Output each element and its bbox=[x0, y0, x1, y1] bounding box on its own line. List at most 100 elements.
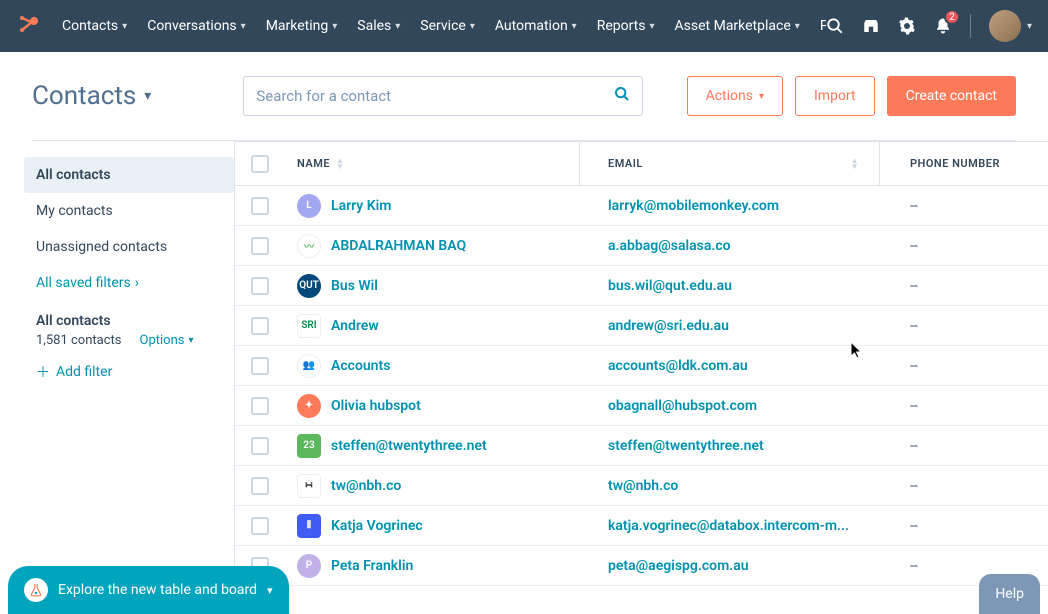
table-row[interactable]: ⦀ Katja Vogrinec katja.vogrinec@databox.… bbox=[235, 506, 1048, 546]
contact-avatar: 〰 bbox=[297, 234, 321, 258]
chevron-down-icon: ▾ bbox=[470, 21, 475, 32]
row-checkbox[interactable] bbox=[251, 357, 269, 375]
explore-toast[interactable]: Explore the new table and board ▾ bbox=[8, 566, 289, 614]
settings-icon[interactable] bbox=[898, 17, 916, 35]
nav-service[interactable]: Service▾ bbox=[410, 10, 485, 42]
row-checkbox[interactable] bbox=[251, 197, 269, 215]
contact-email[interactable]: katja.vogrinec@databox.intercom-m... bbox=[580, 518, 880, 534]
contacts-table: NAME▲▼ EMAIL▲▼ PHONE NUMBER L Larry Kim … bbox=[234, 141, 1048, 614]
sidebar-saved-filters[interactable]: All saved filters› bbox=[24, 265, 234, 301]
sidebar-my-contacts[interactable]: My contacts bbox=[24, 193, 234, 229]
chevron-down-icon: ▾ bbox=[1027, 21, 1032, 32]
contact-avatar: SRI bbox=[297, 314, 321, 338]
contact-avatar: QUT bbox=[297, 274, 321, 298]
sidebar-all-contacts[interactable]: All contacts bbox=[24, 157, 234, 193]
marketplace-icon[interactable] bbox=[862, 17, 880, 35]
contact-name[interactable]: Larry Kim bbox=[331, 198, 391, 214]
contact-name[interactable]: Accounts bbox=[331, 358, 390, 374]
column-name[interactable]: NAME▲▼ bbox=[285, 142, 580, 185]
import-button[interactable]: Import bbox=[795, 76, 875, 116]
column-email[interactable]: EMAIL▲▼ bbox=[580, 142, 880, 185]
nav-asset-marketplace[interactable]: Asset Marketplace▾ bbox=[665, 10, 810, 42]
contact-email[interactable]: bus.wil@qut.edu.au bbox=[580, 278, 880, 294]
nav-contacts[interactable]: Contacts▾ bbox=[52, 10, 137, 42]
contact-email[interactable]: andrew@sri.edu.au bbox=[580, 318, 880, 334]
account-menu[interactable]: ▾ bbox=[989, 10, 1032, 42]
contact-avatar: ✦ bbox=[297, 394, 321, 418]
sort-icon: ▲▼ bbox=[851, 158, 859, 170]
nav-automation[interactable]: Automation▾ bbox=[485, 10, 587, 42]
row-checkbox[interactable] bbox=[251, 437, 269, 455]
contact-name[interactable]: steffen@twentythree.net bbox=[331, 438, 487, 454]
sidebar-contact-count: 1,581 contacts bbox=[36, 333, 122, 348]
contact-name[interactable]: ABDALRAHMAN BAQ bbox=[331, 238, 466, 254]
contact-avatar: L bbox=[297, 194, 321, 218]
column-phone[interactable]: PHONE NUMBER bbox=[880, 157, 1048, 170]
chevron-down-icon: ▾ bbox=[122, 21, 127, 32]
table-row[interactable]: 〰 ABDALRAHMAN BAQ a.abbag@salasa.co -- bbox=[235, 226, 1048, 266]
contact-avatar: ∺ bbox=[297, 474, 321, 498]
row-checkbox[interactable] bbox=[251, 237, 269, 255]
row-checkbox[interactable] bbox=[251, 397, 269, 415]
search-icon[interactable] bbox=[614, 86, 630, 106]
select-all-checkbox[interactable] bbox=[251, 155, 269, 173]
table-row[interactable]: QUT Bus Wil bus.wil@qut.edu.au -- bbox=[235, 266, 1048, 306]
row-checkbox[interactable] bbox=[251, 277, 269, 295]
hubspot-logo[interactable] bbox=[16, 12, 40, 40]
create-contact-button[interactable]: Create contact bbox=[887, 76, 1016, 116]
table-row[interactable]: ✦ Olivia hubspot obagnall@hubspot.com -- bbox=[235, 386, 1048, 426]
contact-email[interactable]: steffen@twentythree.net bbox=[580, 438, 880, 454]
row-checkbox[interactable] bbox=[251, 477, 269, 495]
nav-sales[interactable]: Sales▾ bbox=[347, 10, 410, 42]
contact-name[interactable]: Olivia hubspot bbox=[331, 398, 421, 414]
chevron-down-icon: ▾ bbox=[572, 21, 577, 32]
contact-name[interactable]: tw@nbh.co bbox=[331, 478, 401, 494]
contact-email[interactable]: tw@nbh.co bbox=[580, 478, 880, 494]
sidebar-unassigned[interactable]: Unassigned contacts bbox=[24, 229, 234, 265]
table-row[interactable]: ∺ tw@nbh.co tw@nbh.co -- bbox=[235, 466, 1048, 506]
sidebar: All contacts My contacts Unassigned cont… bbox=[24, 141, 234, 614]
table-header: NAME▲▼ EMAIL▲▼ PHONE NUMBER bbox=[235, 142, 1048, 186]
search-box[interactable] bbox=[243, 76, 643, 116]
row-checkbox[interactable] bbox=[251, 317, 269, 335]
contact-email[interactable]: larryk@mobilemonkey.com bbox=[580, 198, 880, 214]
add-filter-button[interactable]: ＋Add filter bbox=[24, 348, 234, 396]
contact-name[interactable]: Katja Vogrinec bbox=[331, 518, 423, 534]
table-row[interactable]: 23 steffen@twentythree.net steffen@twent… bbox=[235, 426, 1048, 466]
notifications-icon[interactable]: 2 bbox=[934, 17, 952, 35]
contact-email[interactable]: obagnall@hubspot.com bbox=[580, 398, 880, 414]
contact-name[interactable]: Andrew bbox=[331, 318, 379, 334]
row-checkbox[interactable] bbox=[251, 517, 269, 535]
sidebar-options[interactable]: Options▾ bbox=[140, 333, 194, 348]
chevron-down-icon: ▾ bbox=[759, 91, 764, 102]
contact-phone: -- bbox=[880, 238, 1048, 254]
sidebar-filter-heading: All contacts bbox=[36, 313, 222, 329]
table-row[interactable]: L Larry Kim larryk@mobilemonkey.com -- bbox=[235, 186, 1048, 226]
contact-phone: -- bbox=[880, 518, 1048, 534]
contact-name[interactable]: Bus Wil bbox=[331, 278, 378, 294]
actions-button[interactable]: Actions▾ bbox=[687, 76, 783, 116]
contact-name[interactable]: Peta Franklin bbox=[331, 558, 413, 574]
contact-email[interactable]: peta@aegispg.com.au bbox=[580, 558, 880, 574]
search-input[interactable] bbox=[256, 87, 614, 105]
nav-reports[interactable]: Reports▾ bbox=[587, 10, 665, 42]
nav-items: Contacts▾ Conversations▾ Marketing▾ Sale… bbox=[52, 10, 826, 42]
nav-conversations[interactable]: Conversations▾ bbox=[137, 10, 256, 42]
chevron-down-icon: ▾ bbox=[267, 584, 273, 597]
table-row[interactable]: 👥 Accounts accounts@ldk.com.au -- bbox=[235, 346, 1048, 386]
nav-partner[interactable]: Par bbox=[810, 10, 826, 42]
sort-icon: ▲▼ bbox=[336, 158, 344, 170]
contact-email[interactable]: a.abbag@salasa.co bbox=[580, 238, 880, 254]
table-row[interactable]: SRI Andrew andrew@sri.edu.au -- bbox=[235, 306, 1048, 346]
page-title-dropdown[interactable]: Contacts ▾ bbox=[32, 81, 151, 111]
chevron-down-icon: ▾ bbox=[650, 21, 655, 32]
search-icon[interactable] bbox=[826, 17, 844, 35]
nav-marketing[interactable]: Marketing▾ bbox=[256, 10, 348, 42]
notification-count: 2 bbox=[944, 9, 960, 25]
help-button[interactable]: Help bbox=[979, 574, 1040, 614]
contact-phone: -- bbox=[880, 278, 1048, 294]
table-row[interactable]: P Peta Franklin peta@aegispg.com.au -- bbox=[235, 546, 1048, 586]
contact-phone: -- bbox=[880, 358, 1048, 374]
contact-email[interactable]: accounts@ldk.com.au bbox=[580, 358, 880, 374]
contact-phone: -- bbox=[880, 478, 1048, 494]
